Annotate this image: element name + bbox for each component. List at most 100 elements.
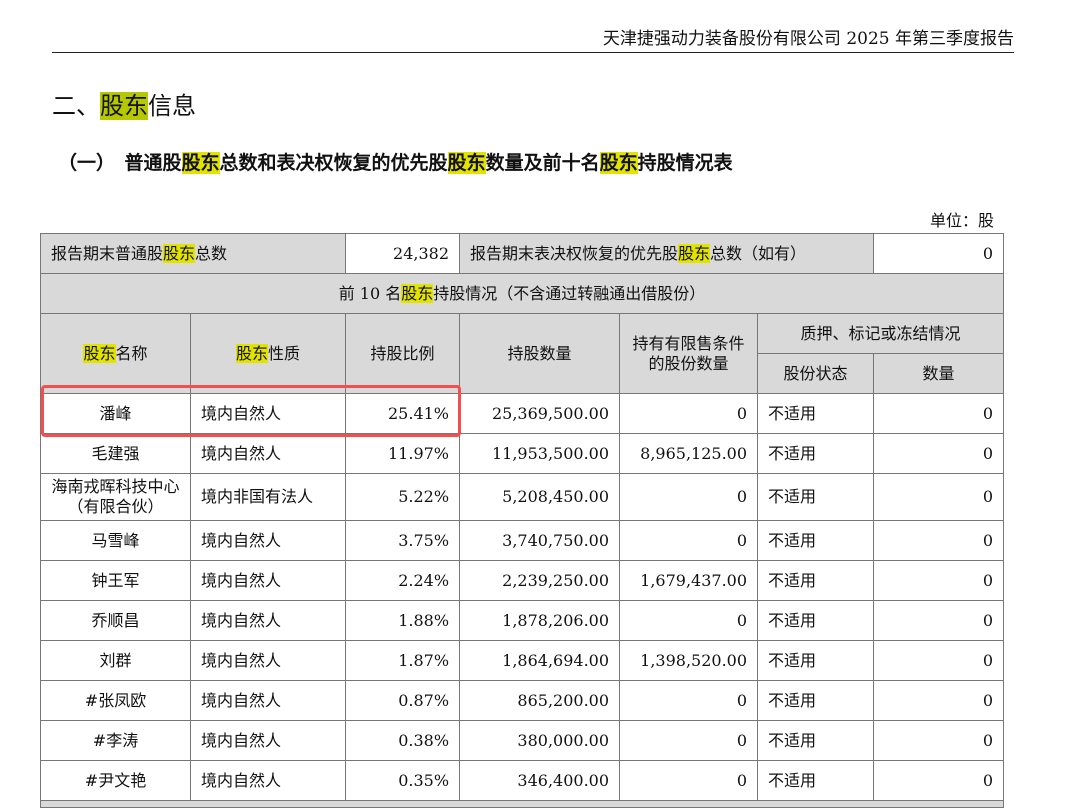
cell-nature: 境内自然人 <box>189 433 347 474</box>
cell-count: 0 <box>873 393 1005 434</box>
highlight: 股东 <box>447 152 486 174</box>
cell-restricted: 0 <box>619 600 759 641</box>
cell-status: 不适用 <box>757 720 875 761</box>
cell-name: 乔顺昌 <box>40 600 191 641</box>
cell-count: 0 <box>873 760 1005 801</box>
cell-ratio: 2.24% <box>345 560 461 601</box>
cell-restricted: 0 <box>619 473 759 521</box>
table-row: 毛建强 境内自然人 11.97% 11,953,500.00 8,965,125.00 不… <box>40 433 1005 474</box>
unit-label: 单位：股 <box>929 211 994 230</box>
cell-restricted: 1,398,520.00 <box>619 640 759 681</box>
cell-qty: 1,878,206.00 <box>459 600 621 641</box>
total-holders-label: 报告期末普通股股东总数 <box>39 233 347 274</box>
preferred-holders-label: 报告期末表决权恢复的优先股股东总数（如有） <box>459 233 875 274</box>
col-restricted: 持有有限售条件的股份数量 <box>619 313 759 394</box>
top10-title: 前 10 名股东持股情况（不含通过转融通出借股份） <box>39 273 1005 314</box>
cell-name: 海南戎晖科技中心（有限合伙） <box>40 473 191 521</box>
cell-nature: 境内自然人 <box>189 720 347 761</box>
table-row: #尹文艳 境内自然人 0.35% 346,400.00 0 不适用 0 <box>40 760 1005 801</box>
highlight: 股东 <box>599 152 638 174</box>
highlight-box <box>41 385 461 437</box>
col-name: 股东名称 <box>40 313 191 394</box>
table-row: 刘群 境内自然人 1.87% 1,864,694.00 1,398,520.00 不适用 0 <box>40 640 1005 681</box>
cell-nature: 境内自然人 <box>189 520 347 561</box>
cell-name: 刘群 <box>40 640 191 681</box>
table-row: 海南戎晖科技中心（有限合伙） 境内非国有法人 5.22% 5,208,450.00 0 不… <box>40 473 1005 521</box>
cell-name: #张凤欧 <box>40 680 191 721</box>
cell-restricted: 0 <box>619 393 759 434</box>
cell-qty: 5,208,450.00 <box>459 473 621 521</box>
cell-count: 0 <box>873 720 1005 761</box>
cell-status: 不适用 <box>757 473 875 521</box>
cell-restricted: 0 <box>619 680 759 721</box>
table-row: #张凤欧 境内自然人 0.87% 865,200.00 0 不适用 0 <box>40 680 1005 721</box>
cell-status: 不适用 <box>757 560 875 601</box>
cell-restricted: 0 <box>619 760 759 801</box>
cell-ratio: 1.88% <box>345 600 461 641</box>
cell-ratio: 5.22% <box>345 473 461 521</box>
text: （一） 普通股 <box>58 152 182 174</box>
cell-status: 不适用 <box>757 640 875 681</box>
cell-qty: 865,200.00 <box>459 680 621 721</box>
total-holders-value: 24,382 <box>345 233 461 274</box>
cell-name: 毛建强 <box>40 433 191 474</box>
col-nature: 股东性质 <box>189 313 347 394</box>
subsection-title: （一） 普通股股东总数和表决权恢复的优先股股东数量及前十名股东持股情况表 <box>58 148 733 175</box>
cell-count: 0 <box>873 473 1005 521</box>
cell-name: #李涛 <box>40 720 191 761</box>
table-row: 乔顺昌 境内自然人 1.88% 1,878,206.00 0 不适用 0 <box>40 600 1005 641</box>
cell-nature: 境内自然人 <box>189 600 347 641</box>
cell-nature: 境内自然人 <box>189 560 347 601</box>
section-title: 二、股东信息 <box>52 86 196 121</box>
cell-nature: 境内自然人 <box>189 640 347 681</box>
section-prefix: 二、 <box>52 92 100 120</box>
preferred-holders-value: 0 <box>873 233 1005 274</box>
cell-qty: 11,953,500.00 <box>459 433 621 474</box>
cell-qty: 1,864,694.00 <box>459 640 621 681</box>
section-suffix: 信息 <box>148 92 196 120</box>
cell-ratio: 0.38% <box>345 720 461 761</box>
page-header: 天津捷强动力装备股份有限公司 2025 年第三季度报告 <box>52 24 1014 53</box>
cell-status: 不适用 <box>757 520 875 561</box>
cell-restricted: 8,965,125.00 <box>619 433 759 474</box>
col-qty: 持股数量 <box>459 313 621 394</box>
cell-qty: 346,400.00 <box>459 760 621 801</box>
next-section-row <box>39 800 1005 808</box>
cell-status: 不适用 <box>757 433 875 474</box>
cell-qty: 25,369,500.00 <box>459 393 621 434</box>
cell-count: 0 <box>873 680 1005 721</box>
cell-count: 0 <box>873 640 1005 681</box>
cell-ratio: 3.75% <box>345 520 461 561</box>
cell-restricted: 1,679,437.00 <box>619 560 759 601</box>
cell-status: 不适用 <box>757 393 875 434</box>
cell-status: 不适用 <box>757 680 875 721</box>
cell-count: 0 <box>873 560 1005 601</box>
col-ratio: 持股比例 <box>345 313 461 394</box>
cell-ratio: 0.87% <box>345 680 461 721</box>
cell-name: 马雪峰 <box>40 520 191 561</box>
col-status: 股份状态 <box>757 353 875 394</box>
cell-status: 不适用 <box>757 600 875 641</box>
col-count: 数量 <box>873 353 1005 394</box>
cell-nature: 境内自然人 <box>189 760 347 801</box>
table-row: #李涛 境内自然人 0.38% 380,000.00 0 不适用 0 <box>40 720 1005 761</box>
cell-qty: 3,740,750.00 <box>459 520 621 561</box>
cell-restricted: 0 <box>619 720 759 761</box>
table-row: 钟王军 境内自然人 2.24% 2,239,250.00 1,679,437.00 不适用… <box>40 560 1005 601</box>
cell-name: #尹文艳 <box>40 760 191 801</box>
text: 总数和表决权恢复的优先股 <box>219 152 448 174</box>
cell-ratio: 0.35% <box>345 760 461 801</box>
cell-name: 钟王军 <box>40 560 191 601</box>
cell-count: 0 <box>873 433 1005 474</box>
cell-ratio: 11.97% <box>345 433 461 474</box>
cell-count: 0 <box>873 600 1005 641</box>
cell-count: 0 <box>873 520 1005 561</box>
cell-restricted: 0 <box>619 520 759 561</box>
text: 数量及前十名 <box>485 152 600 174</box>
cell-qty: 380,000.00 <box>459 720 621 761</box>
cell-nature: 境内自然人 <box>189 680 347 721</box>
table-row: 马雪峰 境内自然人 3.75% 3,740,750.00 0 不适用 0 <box>40 520 1005 561</box>
shareholder-table: 报告期末普通股股东总数 24,382 报告期末表决权恢复的优先股股东总数（如有）… <box>39 233 1005 808</box>
cell-nature: 境内非国有法人 <box>189 473 347 521</box>
highlight: 股东 <box>100 92 148 120</box>
